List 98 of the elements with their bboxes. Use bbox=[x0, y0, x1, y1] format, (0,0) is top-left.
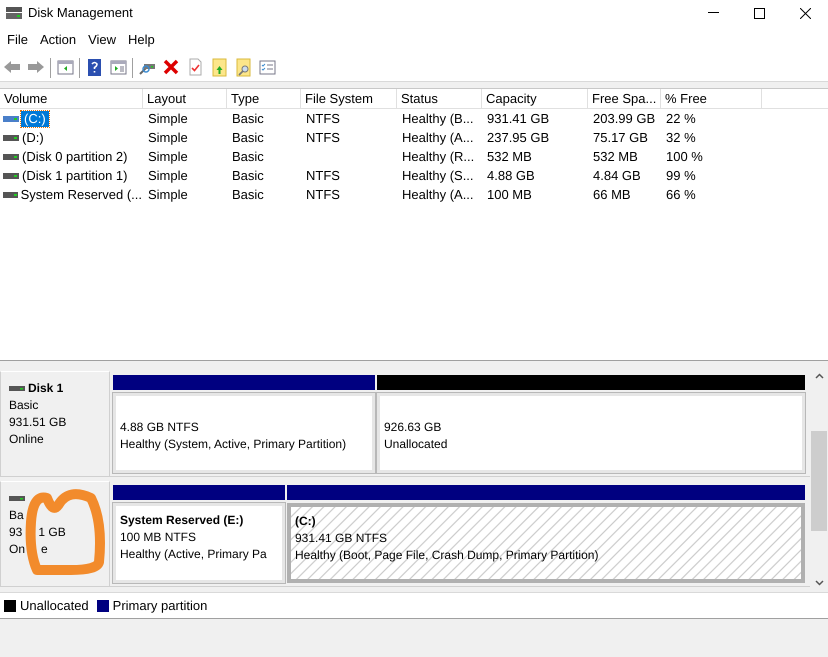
table-cell-text: Basic bbox=[232, 110, 264, 128]
menu-item[interactable]: Action bbox=[34, 30, 82, 50]
partition-info: 931.41 GB NTFS bbox=[295, 530, 388, 547]
table-cell-text: Simple bbox=[148, 186, 188, 204]
table-cell-text: Simple bbox=[148, 110, 188, 128]
column-header[interactable]: File System bbox=[301, 89, 397, 109]
table-cell-text: Basic bbox=[232, 166, 264, 185]
properties-icon[interactable] bbox=[258, 58, 276, 77]
table-cell-text: 66 % bbox=[666, 186, 696, 204]
partition-title: (C:) bbox=[295, 513, 317, 530]
menu-item[interactable]: Help bbox=[122, 30, 161, 50]
table-cell-text: NTFS bbox=[306, 128, 340, 147]
table-cell[interactable]: (Disk 0 partition 2) bbox=[21, 148, 128, 164]
partition-info: Healthy (System, Active, Primary Partition) bbox=[120, 436, 348, 453]
table-cell[interactable]: (D:) bbox=[21, 130, 45, 146]
table-cell-text: Healthy (S... bbox=[402, 166, 474, 185]
disk-info: On bbox=[9, 541, 26, 558]
partition-info: 926.63 GB bbox=[384, 419, 442, 436]
column-header[interactable]: Volume bbox=[0, 89, 143, 109]
table-cell-text: 4.88 GB bbox=[487, 166, 535, 185]
disk-info: Basic bbox=[9, 397, 38, 414]
disk-info: Online bbox=[9, 431, 44, 448]
table-cell-text: Healthy (A... bbox=[402, 128, 474, 147]
table-cell-text: NTFS bbox=[306, 166, 340, 185]
window-title: Disk Management bbox=[28, 4, 133, 22]
disk-info: Ba bbox=[9, 507, 24, 524]
drive-icon bbox=[3, 154, 19, 160]
partition-box[interactable]: System Reserved (E:) 100 MB NTFS Healthy (Active, Primary Pa bbox=[113, 503, 285, 583]
table-cell[interactable]: (Disk 1 partition 1) bbox=[21, 168, 128, 184]
disk-info: 931.51 GB bbox=[9, 414, 66, 431]
partition-info: 4.88 GB NTFS bbox=[120, 419, 200, 436]
partition-info: Healthy (Active, Primary Pa bbox=[120, 546, 268, 563]
table-cell-text: 237.95 GB bbox=[487, 128, 550, 147]
minimize-icon bbox=[708, 12, 718, 14]
table-cell-text: NTFS bbox=[306, 110, 340, 128]
table-cell-text: 22 % bbox=[666, 110, 696, 128]
partition-box[interactable]: 4.88 GB NTFS Healthy (System, Active, Primary Partition) bbox=[113, 393, 375, 473]
table-cell-text: Healthy (R... bbox=[402, 148, 474, 166]
table-cell-text: Basic bbox=[232, 128, 264, 147]
delete-icon[interactable] bbox=[162, 58, 180, 77]
disk-name: Disk 1 bbox=[28, 380, 64, 396]
close-icon bbox=[800, 8, 810, 18]
disk-label[interactable]: Ba 93 1 GB On e bbox=[0, 481, 110, 587]
table-cell-text: 203.99 GB bbox=[593, 110, 656, 128]
disk-info: e bbox=[41, 541, 48, 558]
table-cell-text: Basic bbox=[232, 186, 264, 204]
table-cell-text: NTFS bbox=[306, 186, 340, 204]
partition-box[interactable]: (C:) 931.41 GB NTFS Healthy (Boot, Page File, Crash Dump, Primary Partition) bbox=[287, 503, 805, 583]
folder-search-icon[interactable] bbox=[234, 58, 252, 77]
menu-item[interactable]: View bbox=[82, 30, 122, 50]
scroll-down-icon[interactable] bbox=[814, 580, 824, 586]
table-cell-text: 532 MB bbox=[487, 148, 532, 166]
legend-label: Unallocated bbox=[20, 596, 89, 615]
table-cell-text: Healthy (B... bbox=[402, 110, 474, 128]
table-cell-text: 100 MB bbox=[487, 186, 532, 204]
scroll-up-icon[interactable] bbox=[814, 373, 824, 379]
table-cell-text: Basic bbox=[232, 148, 264, 166]
table-cell-text: 75.17 GB bbox=[593, 128, 648, 147]
partition-info: Unallocated bbox=[384, 436, 448, 453]
drive-icon bbox=[3, 134, 19, 140]
column-header[interactable]: Type bbox=[227, 89, 301, 109]
table-cell-text: Simple bbox=[148, 148, 188, 166]
column-header[interactable]: Capacity bbox=[482, 89, 588, 109]
table-cell-text: Simple bbox=[148, 166, 188, 185]
column-header[interactable]: % Free bbox=[661, 89, 762, 109]
table-cell-text: 99 % bbox=[666, 166, 696, 185]
disk-info: 1 GB bbox=[38, 524, 66, 541]
partition-info: 100 MB NTFS bbox=[120, 529, 198, 546]
menu-item[interactable]: File bbox=[1, 30, 34, 50]
partition-title: System Reserved (E:) bbox=[120, 512, 244, 529]
table-cell-text: 532 MB bbox=[593, 148, 638, 166]
maximize-icon bbox=[754, 8, 764, 18]
table-cell[interactable]: (C:) bbox=[21, 110, 49, 126]
panel-icon[interactable] bbox=[56, 58, 74, 77]
drive-icon bbox=[3, 192, 18, 198]
partition-info: Healthy (Boot, Page File, Crash Dump, Primary Partition) bbox=[295, 547, 600, 564]
column-header[interactable]: Free Spa... bbox=[588, 89, 661, 109]
drive-icon bbox=[5, 6, 23, 20]
column-header[interactable]: Status bbox=[397, 89, 482, 109]
scrollbar-thumb[interactable] bbox=[811, 431, 827, 531]
legend-label: Primary partition bbox=[112, 596, 208, 615]
table-cell[interactable]: System Reserved (... bbox=[20, 186, 143, 202]
table-cell-text: 4.84 GB bbox=[593, 166, 641, 185]
drive-icon bbox=[3, 116, 19, 122]
column-header[interactable]: Layout bbox=[143, 89, 227, 109]
folder-up-icon[interactable] bbox=[210, 58, 228, 77]
table-cell-text: 32 % bbox=[666, 128, 696, 147]
table-cell-text: Healthy (A... bbox=[402, 186, 474, 204]
table-cell-text: 100 % bbox=[666, 148, 703, 166]
disk-info: 93 bbox=[9, 524, 22, 541]
table-cell-text: 931.41 GB bbox=[487, 110, 550, 128]
drive-icon bbox=[3, 172, 19, 178]
panel-icon[interactable] bbox=[108, 58, 128, 77]
table-cell-text: Simple bbox=[148, 128, 188, 147]
table-cell-text: 66 MB bbox=[593, 186, 631, 204]
splitter[interactable] bbox=[0, 360, 828, 368]
partition-box[interactable]: 926.63 GB Unallocated bbox=[377, 393, 805, 473]
disk-label[interactable]: Disk 1 Basic 931.51 GB Online bbox=[0, 371, 110, 477]
